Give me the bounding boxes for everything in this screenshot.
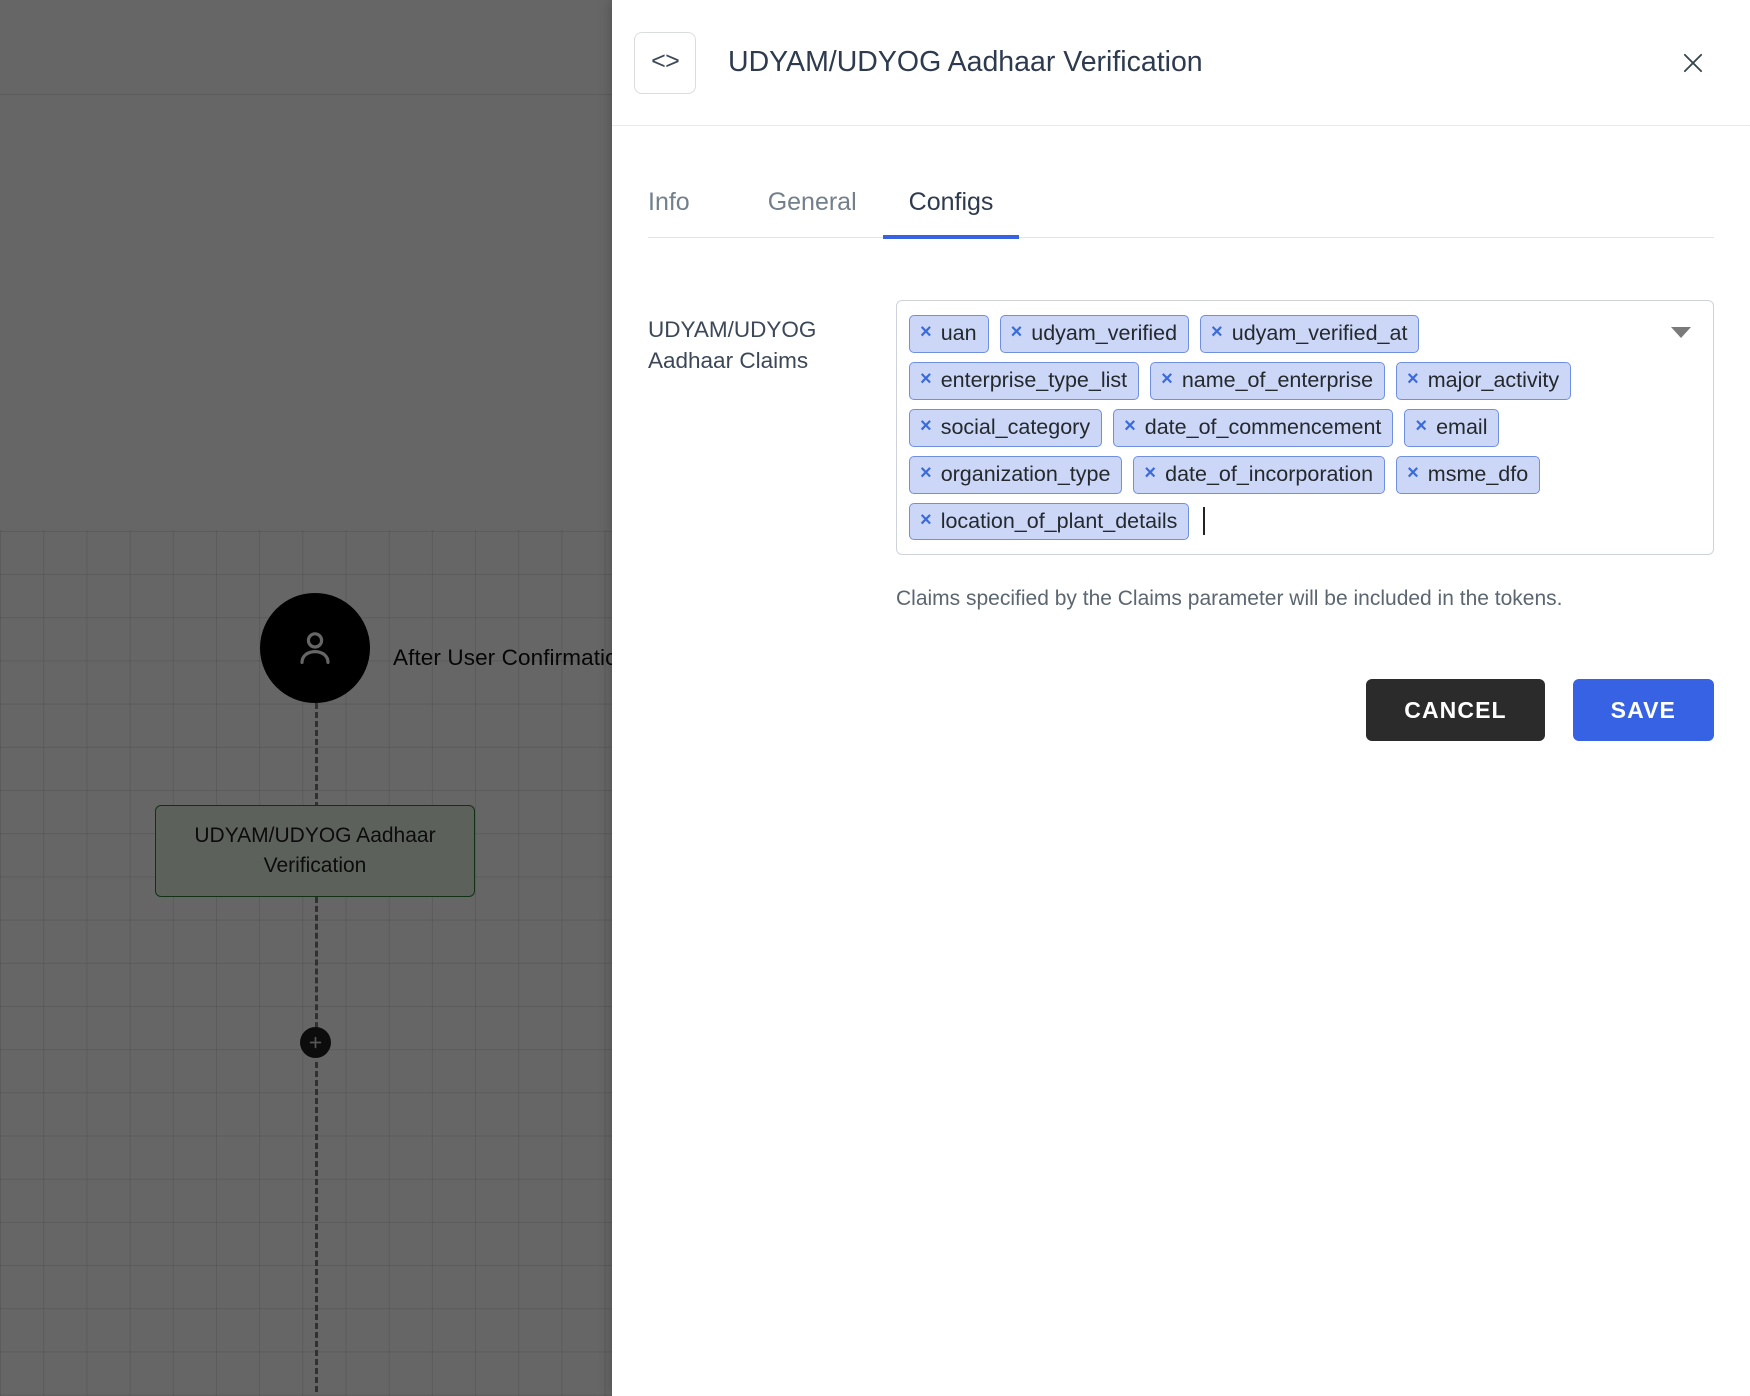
- chip-remove-icon[interactable]: ×: [920, 463, 932, 483]
- chip-remove-icon[interactable]: ×: [1407, 369, 1419, 389]
- chip-remove-icon[interactable]: ×: [1415, 416, 1427, 436]
- chip-label: social_category: [940, 414, 1091, 439]
- claims-chip-list: × uan × udyam_verified × udyam_verified_at × en…: [909, 315, 1651, 541]
- chip-remove-icon[interactable]: ×: [920, 510, 932, 530]
- chip-remove-icon[interactable]: ×: [1124, 416, 1136, 436]
- chip-label: udyam_verified_at: [1231, 321, 1408, 345]
- claim-chip[interactable]: × msme_dfo: [1396, 455, 1541, 494]
- drawer-actions: CANCEL SAVE: [896, 679, 1714, 742]
- claim-chip[interactable]: × uan: [909, 315, 989, 353]
- claims-field-row: UDYAM/UDYOG Aadhaar Claims × uan × udyam_ve…: [648, 300, 1714, 742]
- claims-multiselect[interactable]: × uan × udyam_verified × udyam_verified_at × en…: [896, 300, 1714, 556]
- chip-label: email: [1436, 414, 1488, 439]
- chip-label: date_of_commencement: [1144, 414, 1382, 439]
- claims-field-control: × uan × udyam_verified × udyam_verified_at × en…: [896, 300, 1714, 742]
- chip-label: location_of_plant_details: [940, 508, 1178, 533]
- chip-label: major_activity: [1427, 367, 1560, 392]
- claim-chip[interactable]: × udyam_verified_at: [1200, 315, 1420, 353]
- chip-remove-icon[interactable]: ×: [920, 322, 932, 342]
- drawer-title: UDYAM/UDYOG Aadhaar Verification: [728, 46, 1203, 78]
- chip-label: uan: [940, 321, 977, 345]
- chip-label: date_of_incorporation: [1165, 461, 1374, 486]
- chip-label: msme_dfo: [1427, 461, 1529, 486]
- chip-remove-icon[interactable]: ×: [920, 416, 932, 436]
- chip-label: udyam_verified: [1031, 321, 1178, 345]
- tab-info[interactable]: Info: [648, 188, 716, 237]
- chip-remove-icon[interactable]: ×: [920, 369, 932, 389]
- chip-remove-icon[interactable]: ×: [1011, 322, 1023, 342]
- close-icon[interactable]: [1672, 42, 1714, 84]
- claim-chip[interactable]: × social_category: [909, 408, 1103, 447]
- drawer-tabs: Info General Configs: [648, 126, 1714, 239]
- claim-chip[interactable]: × date_of_incorporation: [1133, 455, 1386, 494]
- cancel-button[interactable]: CANCEL: [1366, 679, 1545, 742]
- modal-scrim[interactable]: [0, 0, 612, 1396]
- claim-chip[interactable]: × location_of_plant_details: [909, 502, 1190, 541]
- tab-general[interactable]: General: [742, 188, 883, 237]
- configuration-drawer: <> UDYAM/UDYOG Aadhaar Verification Info…: [612, 0, 1750, 1396]
- chip-label: organization_type: [940, 461, 1111, 486]
- claim-chip[interactable]: × email: [1404, 408, 1500, 447]
- chip-label: name_of_enterprise: [1181, 367, 1374, 392]
- claim-chip[interactable]: × major_activity: [1396, 361, 1572, 400]
- chip-label: enterprise_type_list: [940, 367, 1128, 392]
- code-icon: <>: [634, 31, 696, 94]
- chip-remove-icon[interactable]: ×: [1407, 463, 1419, 483]
- chevron-down-icon[interactable]: [1671, 327, 1691, 338]
- drawer-header: <> UDYAM/UDYOG Aadhaar Verification: [612, 0, 1750, 126]
- save-button[interactable]: SAVE: [1572, 679, 1714, 742]
- drawer-body: Info General Configs UDYAM/UDYOG Aadhaar…: [612, 126, 1750, 1396]
- claim-chip[interactable]: × date_of_commencement: [1113, 408, 1394, 447]
- chip-remove-icon[interactable]: ×: [1144, 463, 1156, 483]
- claims-field-label: UDYAM/UDYOG Aadhaar Claims: [648, 317, 817, 374]
- chip-remove-icon[interactable]: ×: [1211, 322, 1223, 342]
- chip-remove-icon[interactable]: ×: [1161, 369, 1173, 389]
- claim-chip[interactable]: × enterprise_type_list: [909, 361, 1140, 400]
- tab-configs[interactable]: Configs: [882, 188, 1020, 239]
- text-cursor: [1203, 507, 1206, 536]
- claims-field-hint: Claims specified by the Claims parameter…: [896, 587, 1563, 611]
- claim-chip[interactable]: × name_of_enterprise: [1150, 361, 1386, 400]
- code-icon-glyph: <>: [650, 48, 680, 77]
- claim-chip[interactable]: × organization_type: [909, 455, 1123, 494]
- claim-chip[interactable]: × udyam_verified: [999, 315, 1190, 353]
